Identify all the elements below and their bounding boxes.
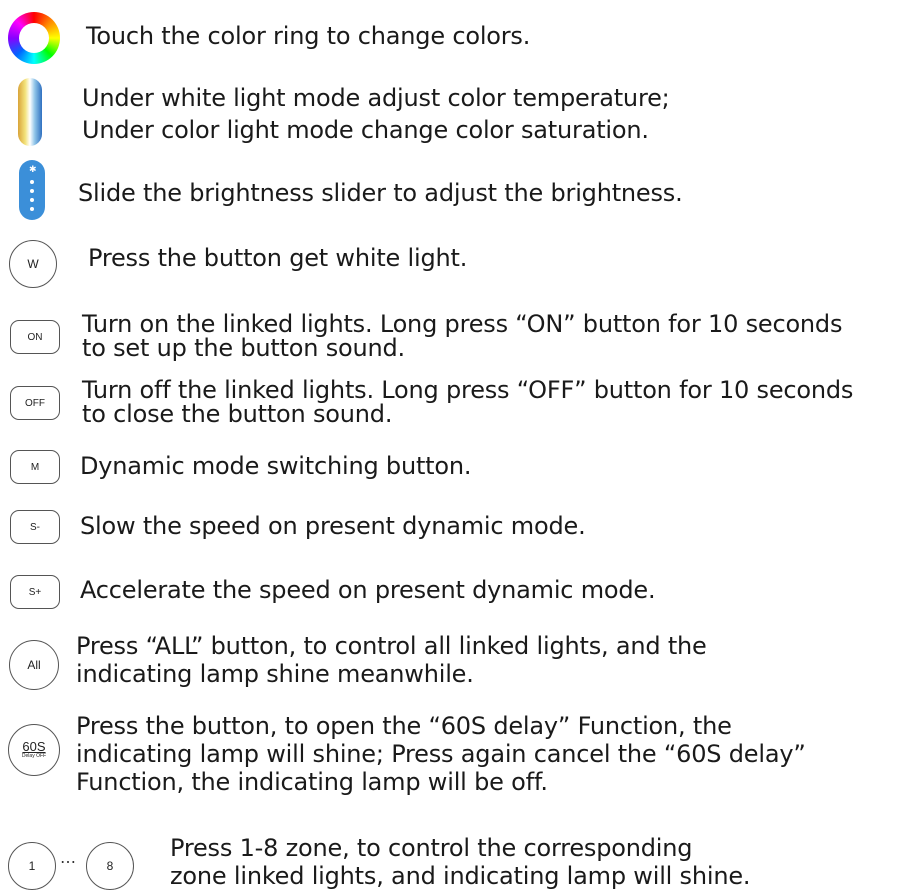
text-line: Accelerate the speed on present dynamic …: [80, 576, 656, 604]
text-line: Slide the brightness slider to adjust th…: [78, 179, 683, 207]
off-button-label: OFF: [25, 397, 45, 409]
row-brightness-text: Slide the brightness slider to adjust th…: [78, 180, 683, 206]
zone-1-button-label: 1: [28, 859, 36, 873]
on-button-label: ON: [27, 331, 43, 343]
speed-up-button-label: S+: [28, 586, 42, 598]
all-button[interactable]: All: [9, 640, 59, 690]
text-line: to close the button sound.: [82, 400, 393, 428]
text-line: Turn on the linked lights. Long press “O…: [82, 310, 843, 338]
delay-60s-button[interactable]: 60S Delay OFF: [8, 724, 60, 776]
row-color-ring-text: Touch the color ring to change colors.: [86, 23, 530, 49]
text-line: Press the button get white light.: [88, 244, 468, 272]
zone-8-button[interactable]: 8: [86, 842, 134, 890]
row-white-text: Press the button get white light.: [88, 245, 467, 271]
text-line: Press “ALL” button, to control all linke…: [76, 632, 707, 660]
brightness-slider-icon[interactable]: ✱: [19, 160, 45, 220]
text-line: Under white light mode adjust color temp…: [82, 84, 670, 112]
text-line: indicating lamp shine meanwhile.: [76, 660, 474, 688]
row-off-text: Turn off the linked lights. Long press “…: [82, 378, 853, 426]
text-line: Touch the color ring to change colors.: [86, 22, 531, 50]
row-delay-text: Press the button, to open the “60S delay…: [76, 712, 806, 796]
color-ring-icon[interactable]: [8, 12, 60, 64]
delay-60s-button-sublabel: Delay OFF: [21, 753, 47, 759]
speed-up-button[interactable]: S+: [10, 575, 60, 609]
text-line: Press 1-8 zone, to control the correspon…: [170, 834, 693, 862]
text-line: Dynamic mode switching button.: [80, 452, 472, 480]
zone-1-button[interactable]: 1: [8, 842, 56, 890]
row-mode-text: Dynamic mode switching button.: [80, 452, 472, 480]
on-button[interactable]: ON: [10, 320, 60, 354]
text-line: Under color light mode change color satu…: [82, 116, 649, 144]
zone-ellipsis: …: [60, 848, 76, 867]
row-all-text: Press “ALL” button, to control all linke…: [76, 632, 707, 688]
text-line: indicating lamp will shine; Press again …: [76, 740, 806, 768]
mode-button[interactable]: M: [10, 450, 60, 484]
row-temperature-text: Under white light mode adjust color temp…: [82, 82, 670, 146]
row-slow-text: Slow the speed on present dynamic mode.: [80, 513, 586, 539]
text-line: to set up the button sound.: [82, 334, 405, 362]
zone-8-button-label: 8: [106, 859, 114, 873]
white-button[interactable]: W: [9, 240, 57, 288]
text-line: Turn off the linked lights. Long press “…: [82, 376, 854, 404]
white-button-label: W: [27, 257, 39, 271]
row-on-text: Turn on the linked lights. Long press “O…: [82, 312, 842, 360]
row-zones-text: Press 1-8 zone, to control the correspon…: [170, 834, 751, 890]
mode-button-label: M: [30, 461, 40, 473]
speed-down-button[interactable]: S-: [10, 510, 60, 544]
text-line: zone linked lights, and indicating lamp …: [170, 862, 751, 890]
text-line: Press the button, to open the “60S delay…: [76, 712, 732, 740]
speed-down-button-label: S-: [30, 521, 40, 533]
color-temperature-slider-icon[interactable]: [18, 78, 42, 146]
all-button-label: All: [27, 658, 41, 672]
text-line: Function, the indicating lamp will be of…: [76, 768, 548, 796]
off-button[interactable]: OFF: [10, 386, 60, 420]
row-fast-text: Accelerate the speed on present dynamic …: [80, 576, 656, 604]
delay-60s-button-label: 60S: [22, 739, 46, 754]
text-line: Slow the speed on present dynamic mode.: [80, 512, 586, 540]
